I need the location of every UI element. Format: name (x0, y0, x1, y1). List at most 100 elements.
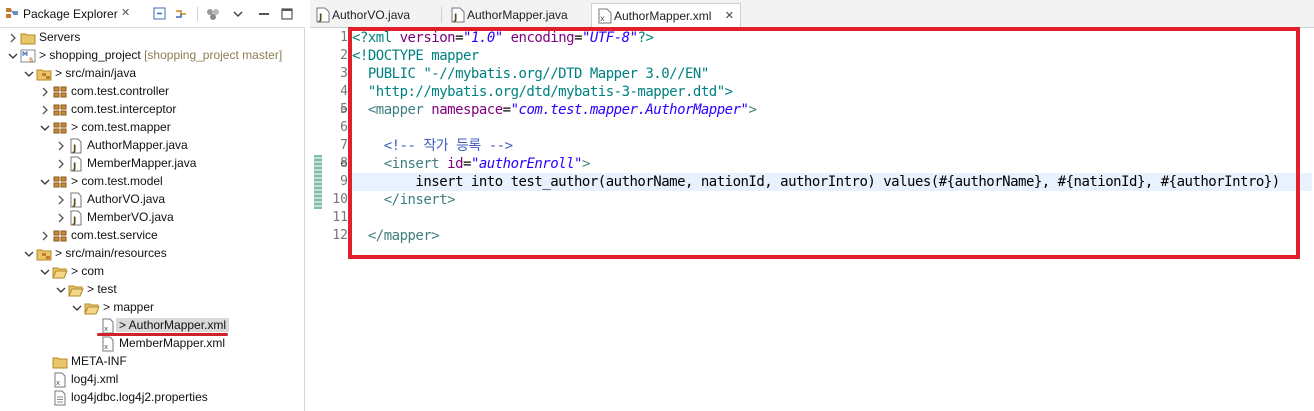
svg-text:J: J (453, 13, 457, 23)
tree-item-author-mapper-java[interactable]: J AuthorMapper.java (0, 137, 305, 155)
line-number: 11 (332, 210, 348, 225)
expanded-arrow-icon[interactable] (8, 49, 18, 63)
tree-item-res-mapper[interactable]: > mapper (0, 299, 305, 317)
svg-text:S: S (29, 57, 33, 64)
svg-text:J: J (72, 216, 76, 226)
fold-toggle-icon[interactable]: ⊖ (340, 158, 348, 169)
package-icon (52, 84, 68, 100)
minimize-icon[interactable] (256, 6, 272, 22)
collapsed-arrow-icon[interactable] (56, 193, 66, 207)
expanded-arrow-icon[interactable] (40, 175, 50, 189)
tree-item-label: MemberVO.java (87, 210, 174, 224)
collapsed-arrow-icon[interactable] (40, 103, 50, 117)
java-file-icon: J (68, 138, 84, 154)
line-number: 12 (332, 228, 348, 243)
line-number: 1 (340, 30, 348, 45)
java-file-icon: J (451, 7, 465, 23)
tab-authorvo-java[interactable]: J AuthorVO.java (310, 3, 445, 28)
editor-tab-bar: J AuthorVO.java J AuthorMapper.java x Au… (310, 0, 1314, 28)
package-icon (52, 228, 68, 244)
tree-item-label: > shopping_project [shopping_project mas… (39, 48, 283, 62)
package-icon (52, 174, 68, 190)
expanded-arrow-icon[interactable] (72, 301, 82, 315)
tree-item-label: log4jdbc.log4j2.properties (71, 390, 208, 404)
line-number: 6 (340, 120, 348, 135)
svg-text:J: J (72, 162, 76, 172)
line-number-gutter: 1 2 3 4 5 6 7 8 9 10 11 12 ⊖ ⊖ (310, 29, 350, 411)
tab-authormapper-xml[interactable]: x AuthorMapper.xml ✕ (591, 3, 741, 28)
view-menu-icon[interactable] (230, 6, 246, 22)
folder-open-icon (68, 282, 84, 298)
close-tab-icon[interactable]: ✕ (725, 9, 734, 22)
tree-item-label: > com.test.mapper (71, 120, 171, 134)
tree-item-meta-inf[interactable]: META-INF (0, 353, 305, 371)
link-with-editor-icon[interactable] (173, 6, 189, 22)
expanded-arrow-icon[interactable] (24, 67, 34, 81)
collapsed-arrow-icon[interactable] (40, 229, 50, 243)
annotation-highlight-box (348, 27, 1300, 259)
tree-item-membervo-java[interactable]: J MemberVO.java (0, 209, 305, 227)
package-icon (52, 120, 68, 136)
expanded-arrow-icon[interactable] (24, 247, 34, 261)
tree-item-label: META-INF (71, 354, 127, 368)
tree-item-pkg-controller[interactable]: com.test.controller (0, 83, 305, 101)
tree-item-label: > AuthorMapper.xml (116, 318, 230, 332)
collapsed-arrow-icon[interactable] (56, 211, 66, 225)
xml-file-icon: x (52, 372, 68, 388)
tree-item-pkg-interceptor[interactable]: com.test.interceptor (0, 101, 305, 119)
java-file-icon: J (316, 7, 330, 23)
collapse-all-icon[interactable] (152, 6, 168, 22)
tree-item-label: log4j.xml (71, 372, 119, 386)
package-explorer-icon (6, 8, 18, 18)
tree-item-label: com.test.interceptor (71, 102, 177, 116)
focus-on-active-task-icon[interactable] (205, 6, 221, 22)
collapsed-arrow-icon[interactable] (40, 85, 50, 99)
svg-text:x: x (56, 379, 60, 387)
xml-file-icon: x (598, 8, 612, 24)
tree-item-label: com.test.service (71, 228, 158, 242)
folder-icon (20, 30, 36, 46)
xml-file-icon: x (100, 336, 116, 352)
maximize-icon[interactable] (279, 6, 295, 22)
tree-item-src-main-java[interactable]: > src/main/java (0, 65, 305, 83)
tree-item-member-mapper-java[interactable]: J MemberMapper.java (0, 155, 305, 173)
fold-toggle-icon[interactable]: ⊖ (340, 104, 348, 115)
tree-item-authorvo-java[interactable]: J AuthorVO.java (0, 191, 305, 209)
tree-item-log4j-xml[interactable]: x log4j.xml (0, 371, 305, 389)
tree-item-pkg-service[interactable]: com.test.service (0, 227, 305, 245)
tree-item-pkg-model[interactable]: > com.test.model (0, 173, 305, 191)
svg-text:x: x (600, 14, 605, 23)
close-view-icon[interactable]: ✕ (121, 6, 130, 19)
tree-item-label: > com.test.model (71, 174, 163, 188)
tree-item-src-main-resources[interactable]: > src/main/resources (0, 245, 305, 263)
expanded-arrow-icon[interactable] (40, 121, 50, 135)
tree-item-member-mapper-xml[interactable]: x MemberMapper.xml (0, 335, 305, 353)
line-number: 10 (332, 192, 348, 207)
svg-text:J: J (72, 144, 76, 154)
tree-item-res-test[interactable]: > test (0, 281, 305, 299)
tree-item-pkg-mapper[interactable]: > com.test.mapper (0, 119, 305, 137)
svg-text:x: x (104, 325, 108, 333)
collapsed-arrow-icon[interactable] (56, 139, 66, 153)
tree-item-label: > src/main/java (55, 66, 137, 80)
properties-file-icon (52, 390, 68, 406)
tree-item-log4jdbc-props[interactable]: log4jdbc.log4j2.properties (0, 389, 305, 407)
svg-text:J: J (318, 13, 322, 23)
tree-item-project[interactable]: M S > shopping_project [shopping_project m… (0, 47, 305, 65)
collapsed-arrow-icon[interactable] (8, 31, 18, 45)
source-folder-icon (36, 66, 52, 82)
expanded-arrow-icon[interactable] (56, 283, 66, 297)
collapsed-arrow-icon[interactable] (56, 157, 66, 171)
line-number: 7 (340, 138, 348, 153)
tree-item-label: MemberMapper.java (87, 156, 197, 170)
toolbar-separator (197, 7, 198, 21)
tree-item-decoration: [shopping_project master] (140, 48, 283, 62)
java-file-icon: J (68, 156, 84, 172)
tree-item-res-com[interactable]: > com (0, 263, 305, 281)
tree-item-label: AuthorVO.java (87, 192, 166, 206)
tree-item-servers[interactable]: Servers (0, 29, 305, 47)
tab-separator (441, 7, 442, 23)
annotation-underline (97, 333, 228, 336)
expanded-arrow-icon[interactable] (40, 265, 50, 279)
tab-authormapper-java[interactable]: J AuthorMapper.java (445, 3, 597, 28)
